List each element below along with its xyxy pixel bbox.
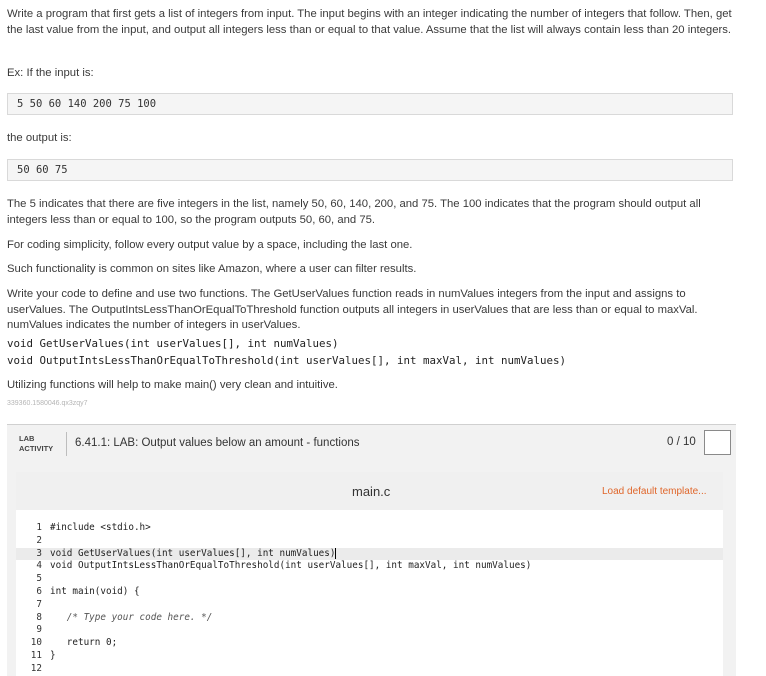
text-cursor xyxy=(335,547,337,559)
code-line[interactable]: 8 /* Type your code here. */ xyxy=(16,612,723,625)
line-number: 7 xyxy=(36,598,42,610)
code-line[interactable]: 10 return 0; xyxy=(16,637,723,650)
editor-container: main.c Load default template... 1 #includ… xyxy=(7,461,736,676)
output-label: the output is: xyxy=(7,132,72,144)
line-number: 2 xyxy=(36,534,42,546)
line-number: 8 xyxy=(36,611,42,623)
lab-title: 6.41.1: LAB: Output values below an amou… xyxy=(75,437,360,449)
functions-paragraph: Write your code to define and use two fu… xyxy=(7,288,698,331)
tracking-id: 339360.1580046.qx3zqy7 xyxy=(7,400,88,407)
line-number: 5 xyxy=(36,573,42,585)
code-line[interactable]: 2 xyxy=(16,535,723,548)
code-line[interactable]: 9 xyxy=(16,624,723,637)
sample-output: 50 60 75 xyxy=(7,159,733,181)
file-name: main.c xyxy=(352,484,391,499)
explanation-paragraph: The 5 indicates that there are five inte… xyxy=(7,198,701,226)
line-number: 3 xyxy=(36,547,42,559)
line-code[interactable]: int main(void) { xyxy=(50,586,140,599)
line-number: 4 xyxy=(36,560,42,572)
code-line[interactable]: 7 xyxy=(16,599,723,612)
code-editor[interactable]: main.c Load default template... 1 #includ… xyxy=(16,472,723,676)
intro-paragraph: Write a program that first gets a list o… xyxy=(7,8,732,36)
code-line-active[interactable]: 3 void GetUserValues(int userValues[], in… xyxy=(16,547,723,561)
code-line[interactable]: 11} xyxy=(16,650,723,663)
lab-activity-bar: LAB ACTIVITY 6.41.1: LAB: Output values … xyxy=(7,424,736,461)
spacing-note: For coding simplicity, follow every outp… xyxy=(7,239,413,251)
amazon-note: Such functionality is common on sites li… xyxy=(7,263,417,275)
line-code[interactable]: void GetUserValues(int userValues[], int… xyxy=(50,547,337,561)
main-note: Utilizing functions will help to make ma… xyxy=(7,379,338,391)
line-code[interactable]: return 0; xyxy=(50,637,117,650)
line-number: 10 xyxy=(30,637,42,649)
instructions: Write a program that first gets a list o… xyxy=(7,7,735,38)
code-line[interactable]: 6 int main(void) { xyxy=(16,586,723,599)
code-line[interactable]: 4 void OutputIntsLessThanOrEqualToThresho… xyxy=(16,560,723,573)
line-code[interactable]: void OutputIntsLessThanOrEqualToThreshol… xyxy=(50,560,531,573)
lab-score: 0 / 10 xyxy=(667,436,696,448)
lab-separator xyxy=(66,432,67,456)
load-default-template-link[interactable]: Load default template... xyxy=(602,486,707,497)
line-code[interactable]: /* Type your code here. */ xyxy=(50,612,213,625)
line-number: 11 xyxy=(30,649,42,661)
lab-tag-line2: ACTIVITY xyxy=(19,444,54,453)
editor-header: main.c Load default template... xyxy=(16,472,723,510)
decl-get-user-values: void GetUserValues(int userValues[], int… xyxy=(7,337,339,350)
line-code[interactable]: #include <stdio.h> xyxy=(50,522,151,535)
code-line[interactable]: 5 xyxy=(16,573,723,586)
lab-activity-tag: LAB ACTIVITY xyxy=(19,434,53,454)
sample-input: 5 50 60 140 200 75 100 xyxy=(7,93,733,115)
code-line[interactable]: 1 #include <stdio.h> xyxy=(16,522,723,535)
line-code[interactable]: } xyxy=(50,650,56,663)
line-number: 12 xyxy=(30,662,42,674)
line-number: 9 xyxy=(36,624,42,636)
line-code-text[interactable]: void GetUserValues(int userValues[], int… xyxy=(50,548,335,559)
line-number: 6 xyxy=(36,585,42,597)
example-label: Ex: If the input is: xyxy=(7,67,94,79)
decl-output-ints: void OutputIntsLessThanOrEqualToThreshol… xyxy=(7,354,567,367)
score-box-icon xyxy=(704,430,731,455)
code-line[interactable]: 12 xyxy=(16,663,723,676)
line-number: 1 xyxy=(36,522,42,533)
code-area[interactable]: 1 #include <stdio.h> 2 3 void GetUserValue… xyxy=(16,522,723,676)
lab-tag-line1: LAB xyxy=(19,434,35,443)
